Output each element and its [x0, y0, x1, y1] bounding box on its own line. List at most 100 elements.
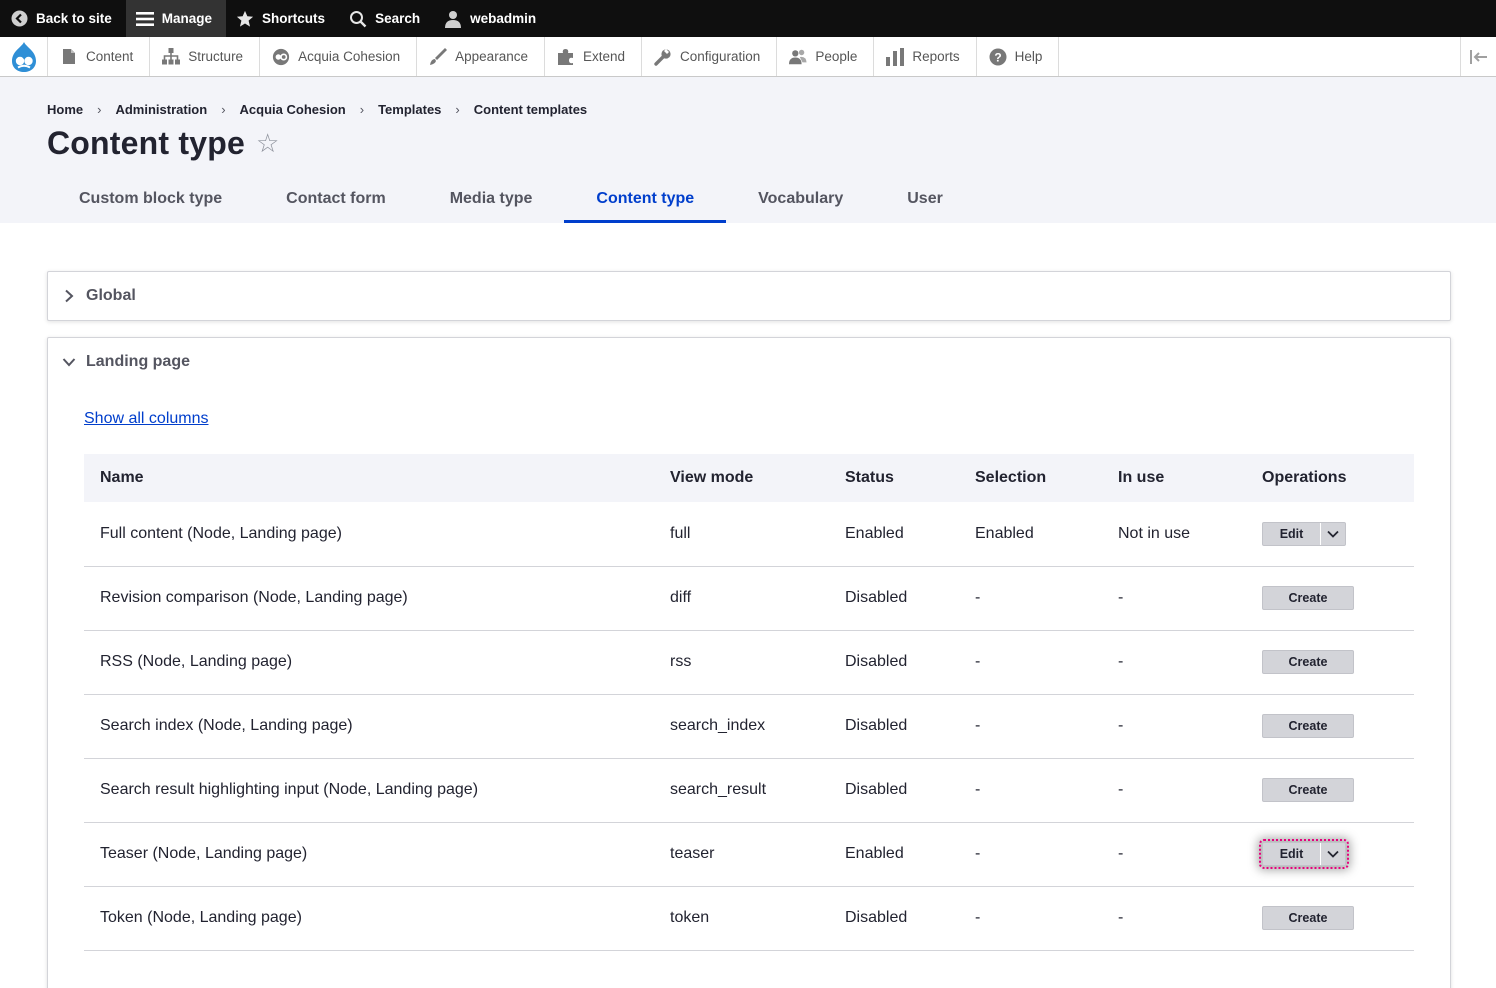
- edit-button[interactable]: Edit: [1263, 522, 1321, 545]
- cell-status: Enabled: [829, 822, 959, 887]
- breadcrumb-link-content-templates[interactable]: Content templates: [474, 102, 587, 117]
- tab-vocabulary[interactable]: Vocabulary: [726, 181, 875, 223]
- breadcrumb-link-templates[interactable]: Templates: [378, 102, 441, 117]
- user-label: webadmin: [470, 11, 537, 26]
- cohesion-icon: [272, 48, 290, 66]
- tray-item-structure[interactable]: Structure: [150, 37, 261, 76]
- tray-item-label: Acquia Cohesion: [298, 49, 401, 64]
- dropbutton-toggle[interactable]: [1321, 843, 1345, 865]
- drupal-logo-icon[interactable]: [0, 37, 48, 76]
- search-label: Search: [375, 11, 421, 26]
- tray-item-help[interactable]: ? Help: [977, 37, 1060, 76]
- landing-page-details-summary[interactable]: Landing page: [48, 338, 1450, 386]
- breadcrumb-separator-icon: ›: [221, 102, 226, 117]
- cell-name: Token (Node, Landing page): [84, 886, 654, 951]
- cell-in-use: -: [1102, 694, 1246, 759]
- brush-icon: [429, 47, 448, 66]
- create-button[interactable]: Create: [1262, 650, 1354, 674]
- cell-name: Revision comparison (Node, Landing page): [84, 566, 654, 631]
- column-header-view-mode: View mode: [654, 454, 829, 502]
- collapse-tray-icon[interactable]: [1460, 37, 1496, 76]
- cell-selection: -: [959, 566, 1102, 631]
- cell-selection: -: [959, 694, 1102, 759]
- cell-in-use: Not in use: [1102, 502, 1246, 567]
- manage-label: Manage: [161, 11, 213, 26]
- star-icon: [236, 10, 254, 28]
- tray-item-label: Reports: [912, 49, 960, 64]
- admin-toolbar: Back to site Manage Shortcuts Search web…: [0, 0, 1496, 37]
- cell-operations: Create: [1246, 694, 1414, 759]
- tray-item-label: Structure: [188, 49, 244, 64]
- table-header-row: Name View mode Status Selection In use O…: [84, 454, 1414, 502]
- global-details-panel: Global: [47, 271, 1451, 321]
- cell-view-mode: rss: [654, 630, 829, 695]
- tab-contact-form[interactable]: Contact form: [254, 181, 418, 223]
- people-icon: [789, 48, 807, 66]
- table-row: Token (Node, Landing page) token Disable…: [84, 886, 1414, 951]
- breadcrumb-separator-icon: ›: [455, 102, 460, 117]
- tab-custom-block-type[interactable]: Custom block type: [47, 181, 254, 223]
- create-button[interactable]: Create: [1262, 714, 1354, 738]
- cell-view-mode: diff: [654, 566, 829, 631]
- tray-item-reports[interactable]: Reports: [874, 37, 977, 76]
- cell-in-use: -: [1102, 566, 1246, 631]
- manage-tab[interactable]: Manage: [125, 0, 227, 37]
- tray-item-acquia-cohesion[interactable]: Acquia Cohesion: [260, 37, 418, 76]
- cell-operations: Edit: [1246, 502, 1414, 567]
- create-button[interactable]: Create: [1262, 586, 1354, 610]
- tab-user[interactable]: User: [875, 181, 975, 223]
- back-to-site-link[interactable]: Back to site: [0, 0, 126, 37]
- landing-page-details-panel: Landing page Show all columns Name View …: [47, 337, 1451, 988]
- breadcrumb: Home › Administration › Acquia Cohesion …: [47, 102, 587, 117]
- column-header-name: Name: [84, 454, 654, 502]
- add-shortcut-star-icon[interactable]: ☆: [256, 130, 279, 156]
- edit-button[interactable]: Edit: [1263, 843, 1321, 865]
- tray-item-label: People: [815, 49, 858, 64]
- cell-name: Teaser (Node, Landing page): [84, 822, 654, 887]
- cell-view-mode: teaser: [654, 822, 829, 887]
- chevron-right-icon: [62, 289, 76, 303]
- tray-item-configuration[interactable]: Configuration: [642, 37, 778, 76]
- puzzle-icon: [557, 48, 575, 66]
- table-row: Teaser (Node, Landing page) teaser Enabl…: [84, 822, 1414, 887]
- admin-tray: Content Structure Acquia Cohesion Appear…: [0, 37, 1496, 77]
- column-header-selection: Selection: [959, 454, 1102, 502]
- cell-in-use: -: [1102, 758, 1246, 823]
- user-icon: [444, 10, 462, 28]
- tray-item-extend[interactable]: Extend: [545, 37, 642, 76]
- secondary-tabs: Custom block type Contact form Media typ…: [47, 181, 975, 223]
- user-tab[interactable]: webadmin: [434, 0, 550, 37]
- tray-item-content[interactable]: Content: [48, 37, 151, 76]
- dropbutton-toggle[interactable]: [1321, 523, 1345, 545]
- breadcrumb-link-acquia-cohesion[interactable]: Acquia Cohesion: [240, 102, 346, 117]
- cell-name: Full content (Node, Landing page): [84, 502, 654, 567]
- cell-operations: Edit: [1246, 822, 1414, 887]
- create-button[interactable]: Create: [1262, 906, 1354, 930]
- global-details-summary[interactable]: Global: [48, 272, 1450, 320]
- search-icon: [349, 10, 367, 28]
- breadcrumb-link-home[interactable]: Home: [47, 102, 83, 117]
- cell-selection: -: [959, 822, 1102, 887]
- templates-table: Name View mode Status Selection In use O…: [84, 454, 1414, 951]
- chevron-down-icon: [1327, 850, 1339, 858]
- column-header-operations: Operations: [1246, 454, 1414, 502]
- cell-in-use: -: [1102, 630, 1246, 695]
- shortcuts-tab[interactable]: Shortcuts: [226, 0, 339, 37]
- tray-item-appearance[interactable]: Appearance: [417, 37, 545, 76]
- wrench-icon: [654, 48, 672, 66]
- show-all-columns-link[interactable]: Show all columns: [84, 410, 209, 428]
- tab-content-type[interactable]: Content type: [564, 181, 727, 223]
- back-to-site-label: Back to site: [36, 11, 112, 26]
- tray-item-people[interactable]: People: [777, 37, 875, 76]
- cell-operations: Create: [1246, 630, 1414, 695]
- breadcrumb-link-administration[interactable]: Administration: [115, 102, 207, 117]
- table-row: RSS (Node, Landing page) rss Disabled - …: [84, 630, 1414, 695]
- tray-item-label: Configuration: [680, 49, 761, 64]
- cell-selection: -: [959, 758, 1102, 823]
- file-icon: [60, 48, 78, 66]
- svg-text:?: ?: [994, 50, 1001, 64]
- search-tab[interactable]: Search: [339, 0, 434, 37]
- tab-media-type[interactable]: Media type: [418, 181, 565, 223]
- page-header: Home › Administration › Acquia Cohesion …: [0, 77, 1496, 223]
- create-button[interactable]: Create: [1262, 778, 1354, 802]
